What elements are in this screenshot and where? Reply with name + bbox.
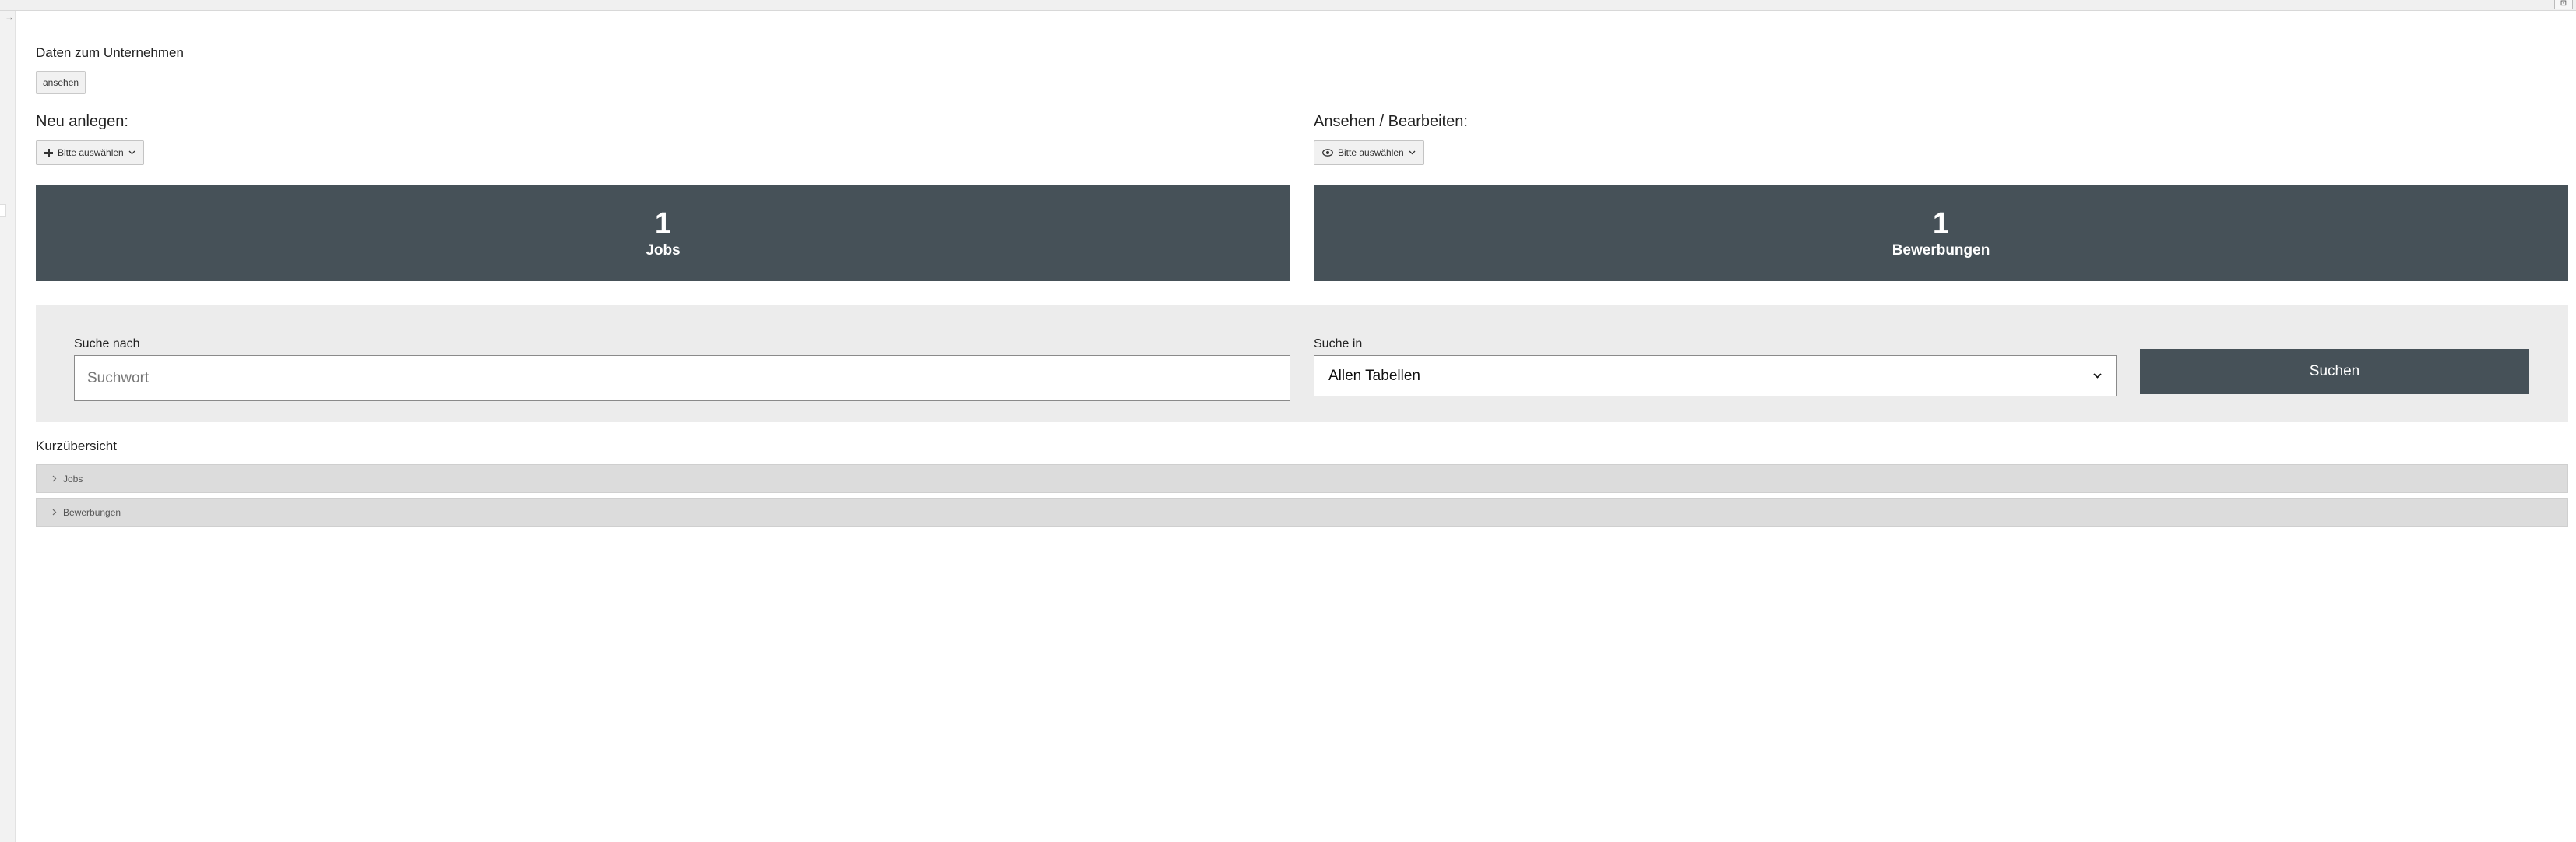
search-input[interactable]: Suchwort [74, 355, 1290, 401]
search-input-placeholder: Suchwort [87, 369, 150, 386]
applications-label: Bewerbungen [1892, 242, 1990, 259]
rail-tab-handle[interactable] [0, 204, 6, 217]
plus-icon [44, 148, 53, 157]
search-scope-select[interactable]: Allen Tabellen [1314, 355, 2117, 396]
search-scope-value: Allen Tabellen [1328, 367, 1420, 384]
overview-title: Kurzübersicht [36, 439, 117, 453]
create-heading: Neu anlegen: [36, 113, 128, 130]
create-dropdown-button[interactable]: Bitte auswählen [36, 140, 144, 165]
view-edit-dropdown-button[interactable]: Bitte auswählen [1314, 140, 1424, 165]
search-query-label: Suche nach [74, 337, 140, 351]
overview-item-applications[interactable]: Bewerbungen [36, 498, 2568, 527]
jobs-count: 1 [654, 207, 672, 240]
view-company-button[interactable]: ansehen [36, 71, 86, 94]
search-button[interactable]: Suchen [2140, 349, 2529, 394]
applications-count: 1 [1932, 207, 1950, 240]
overview-item-label: Bewerbungen [63, 506, 121, 518]
chevron-down-icon [128, 150, 135, 155]
sidebar-toggle-icon[interactable]: → [5, 12, 14, 22]
applications-stat-tile[interactable]: 1 Bewerbungen [1314, 185, 2568, 281]
search-scope-label: Suche in [1314, 337, 1363, 351]
left-rail: → [0, 11, 16, 842]
chevron-right-icon [52, 509, 57, 516]
chevron-down-icon [1409, 150, 1416, 155]
window-corner-button[interactable]: ⊡ [2554, 0, 2573, 9]
top-bar: ⊡ [0, 0, 2576, 11]
view-edit-dropdown-label: Bitte auswählen [1338, 147, 1404, 158]
view-edit-heading: Ansehen / Bearbeiten: [1314, 113, 1468, 130]
chevron-right-icon [52, 475, 57, 482]
eye-icon [1322, 149, 1333, 157]
chevron-down-icon [2093, 373, 2102, 379]
jobs-stat-tile[interactable]: 1 Jobs [36, 185, 1290, 281]
overview-item-jobs[interactable]: Jobs [36, 464, 2568, 493]
jobs-label: Jobs [646, 242, 681, 259]
company-section-title: Daten zum Unternehmen [36, 45, 184, 60]
overview-item-label: Jobs [63, 473, 83, 484]
create-dropdown-label: Bitte auswählen [58, 147, 124, 158]
